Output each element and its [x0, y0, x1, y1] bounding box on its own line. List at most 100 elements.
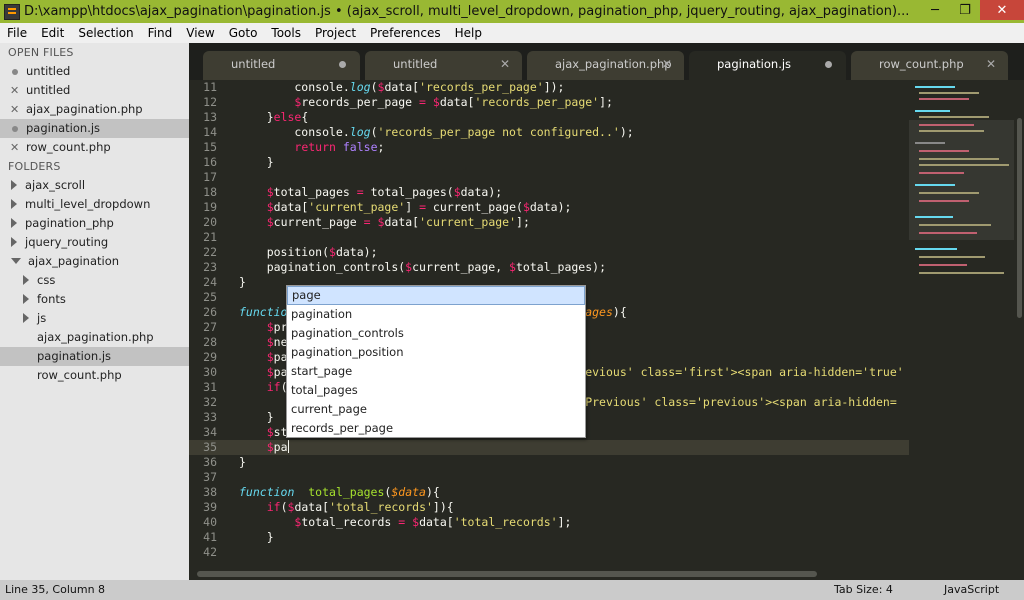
minimize-button[interactable]: ─ [920, 0, 950, 20]
close-file-icon[interactable]: ✕ [10, 81, 19, 100]
minimap-viewport[interactable] [909, 120, 1014, 240]
folder-item[interactable]: fonts [0, 290, 189, 309]
open-file-item[interactable]: ✕ ajax_pagination.php [0, 100, 189, 119]
close-file-icon[interactable]: ✕ [10, 100, 19, 119]
folder-item[interactable]: css [0, 271, 189, 290]
line-number: 16 [203, 155, 217, 169]
open-file-item[interactable]: pagination.js [0, 119, 189, 138]
line-number: 34 [203, 425, 217, 439]
menu-file[interactable]: File [0, 26, 34, 40]
open-file-item[interactable]: ✕ untitled [0, 81, 189, 100]
text-caret [287, 440, 289, 453]
menu-preferences[interactable]: Preferences [363, 26, 448, 40]
restore-button[interactable]: ❐ [950, 0, 980, 20]
folder-item[interactable]: js [0, 309, 189, 328]
line-number: 28 [203, 335, 217, 349]
tab-untitled-1[interactable]: untitled [203, 51, 360, 80]
code-line: } [239, 455, 246, 469]
minimap-line [915, 184, 955, 186]
code-line: $current_page = $data['current_page']; [266, 215, 530, 229]
line-number: 26 [203, 305, 217, 319]
autocomplete-item[interactable]: total_pages [287, 381, 585, 400]
file-label: pagination.js [37, 349, 112, 363]
minimap-line [915, 248, 957, 250]
folder-item[interactable]: pagination_php [0, 214, 189, 233]
folder-item[interactable]: ajax_pagination [0, 252, 189, 271]
autocomplete-item[interactable]: pagination_controls [287, 324, 585, 343]
line-number: 22 [203, 245, 217, 259]
minimap[interactable] [909, 80, 1014, 567]
folder-collapsed-icon [11, 199, 17, 209]
autocomplete-item[interactable]: page [287, 286, 585, 305]
code-line: position($data); [239, 245, 378, 259]
close-tab-icon[interactable]: ✕ [500, 51, 510, 77]
file-item[interactable]: ajax_pagination.php [0, 328, 189, 347]
file-item[interactable]: pagination.js [0, 347, 189, 366]
menu-selection[interactable]: Selection [71, 26, 140, 40]
tab-row-count-php[interactable]: row_count.php ✕ [851, 51, 1008, 80]
menu-edit[interactable]: Edit [34, 26, 71, 40]
folder-collapsed-icon [23, 275, 29, 285]
folder-label: fonts [37, 292, 66, 306]
tab-untitled-2[interactable]: untitled ✕ [365, 51, 522, 80]
line-number: 13 [203, 110, 217, 124]
menu-goto[interactable]: Goto [222, 26, 265, 40]
code-line: $data['current_page'] = current_page($da… [266, 200, 572, 214]
tab-ajax-pagination-php[interactable]: ajax_pagination.php ✕ [527, 51, 684, 80]
autocomplete-item[interactable]: records_per_page [287, 419, 585, 438]
folder-item[interactable]: jquery_routing [0, 233, 189, 252]
open-file-item[interactable]: ✕ row_count.php [0, 138, 189, 157]
autocomplete-item[interactable]: current_page [287, 400, 585, 419]
menu-help[interactable]: Help [448, 26, 489, 40]
vertical-scroll-thumb[interactable] [1017, 118, 1022, 318]
horizontal-scrollbar[interactable] [189, 567, 1024, 580]
folders-header: FOLDERS [8, 160, 61, 173]
tab-size-selector[interactable]: Tab Size: 4 [834, 583, 893, 596]
line-number: 21 [203, 230, 217, 244]
code-line: $total_records = $data['total_records']; [294, 515, 572, 529]
minimap-line [919, 130, 984, 132]
unsaved-dot-icon [825, 61, 832, 68]
vertical-scrollbar[interactable] [1014, 80, 1024, 567]
window-title: D:\xampp\htdocs\ajax_pagination\paginati… [24, 4, 910, 19]
code-line: } [239, 155, 274, 169]
folder-item[interactable]: multi_level_dropdown [0, 195, 189, 214]
horizontal-scroll-thumb[interactable] [197, 571, 817, 577]
line-number: 23 [203, 260, 217, 274]
syntax-selector[interactable]: JavaScript [944, 583, 999, 596]
tab-pagination-js[interactable]: pagination.js [689, 51, 846, 80]
unsaved-dot-icon [12, 69, 18, 75]
open-file-item[interactable]: untitled [0, 62, 189, 81]
autocomplete-item[interactable]: start_page [287, 362, 585, 381]
menu-tools[interactable]: Tools [264, 26, 308, 40]
line-number: 27 [203, 320, 217, 334]
open-file-label: ajax_pagination.php [26, 102, 143, 116]
folder-label: jquery_routing [25, 235, 109, 249]
folder-item[interactable]: ajax_scroll [0, 176, 189, 195]
file-item[interactable]: row_count.php [0, 366, 189, 385]
tab-label: untitled [231, 57, 276, 71]
line-number: 37 [203, 470, 217, 484]
minimap-line [919, 256, 985, 258]
close-file-icon[interactable]: ✕ [10, 138, 19, 157]
minimap-line [919, 98, 969, 100]
line-number: 38 [203, 485, 217, 499]
autocomplete-item[interactable]: pagination_position [287, 343, 585, 362]
minimap-line [919, 164, 1009, 166]
close-button[interactable]: ✕ [980, 0, 1024, 20]
minimap-line [915, 142, 945, 144]
close-tab-icon[interactable]: ✕ [662, 51, 672, 77]
autocomplete-item[interactable]: pagination [287, 305, 585, 324]
close-tab-icon[interactable]: ✕ [986, 51, 996, 77]
folder-label: ajax_pagination [28, 254, 120, 268]
menu-find[interactable]: Find [141, 26, 180, 40]
menu-bar: File Edit Selection Find View Goto Tools… [0, 23, 1024, 43]
title-bar: D:\xampp\htdocs\ajax_pagination\paginati… [0, 0, 1024, 23]
minimap-line [919, 150, 969, 152]
menu-project[interactable]: Project [308, 26, 363, 40]
line-number: 42 [203, 545, 217, 559]
line-number: 31 [203, 380, 217, 394]
line-number: 14 [203, 125, 217, 139]
menu-view[interactable]: View [179, 26, 221, 40]
